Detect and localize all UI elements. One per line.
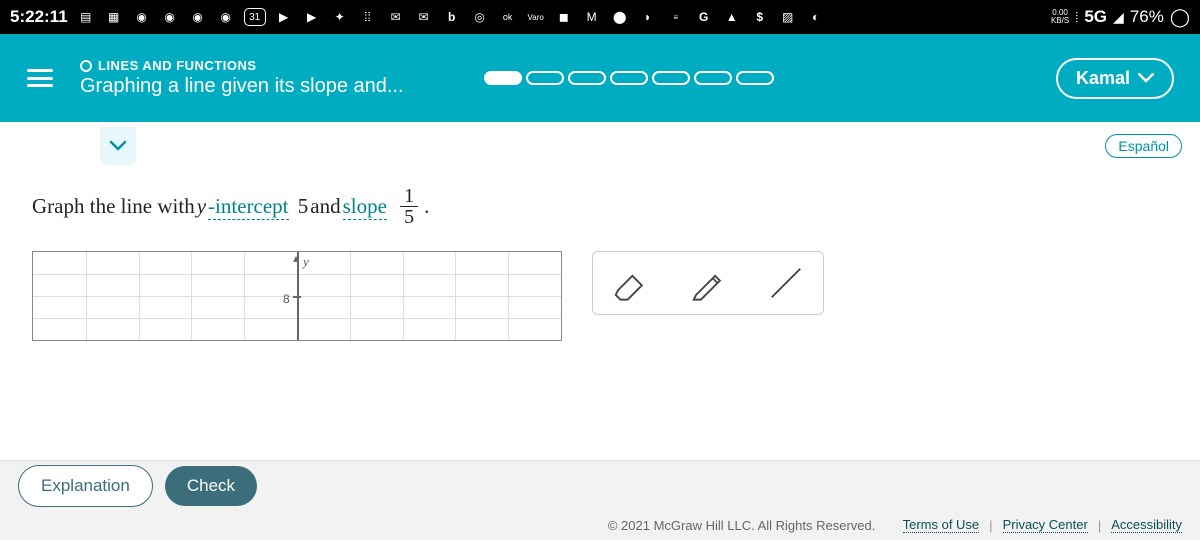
line-tool[interactable]	[767, 264, 805, 302]
android-status-bar: 5:22:11 ▤ ▦ ◉ ◉ ◉ ◉ 31 ▶ ▶ ✦ ⵂⵂ ✉ ✉ b ◎ …	[0, 0, 1200, 34]
user-name: Kamal	[1076, 68, 1130, 89]
progress-seg	[568, 71, 606, 85]
progress-seg	[610, 71, 648, 85]
expand-tab[interactable]	[100, 127, 136, 165]
target-icon: ◎	[470, 7, 490, 27]
image-icon: ▨	[778, 7, 798, 27]
app-icon-1: ▤	[76, 7, 96, 27]
term-slope[interactable]: slope	[343, 194, 387, 220]
y-variable: y	[197, 194, 206, 219]
app-icon-3: ◉	[132, 7, 152, 27]
action-bar: Explanation Check	[0, 460, 1200, 510]
mail-icon-2: ✉	[414, 7, 434, 27]
square-icon: ◼	[554, 7, 574, 27]
slope-fraction: 1 5	[400, 186, 418, 227]
eraser-icon	[611, 264, 649, 302]
content-area: Español Graph the line with y -intercept…	[0, 122, 1200, 460]
signal-icon: ◢	[1113, 9, 1124, 26]
ball-icon: ◐	[806, 7, 826, 27]
progress-seg	[652, 71, 690, 85]
chevron-down-icon	[1138, 73, 1154, 83]
pencil-tool[interactable]	[689, 264, 727, 302]
app-header: LINES AND FUNCTIONS Graphing a line give…	[0, 34, 1200, 122]
page-title: Graphing a line given its slope and...	[80, 75, 404, 98]
warning-icon: ▲	[722, 7, 742, 27]
check-button[interactable]: Check	[165, 466, 257, 506]
battery-icon: ◯	[1170, 7, 1190, 28]
intercept-value: 5	[298, 194, 309, 219]
battery-label: 76%	[1130, 7, 1164, 27]
b-icon: b	[442, 7, 462, 27]
eraser-tool[interactable]	[611, 264, 649, 302]
pencil-icon	[689, 264, 727, 302]
drop-icon-1: ⬤	[610, 7, 630, 27]
y-axis-label: y	[303, 254, 309, 270]
calendar-icon: 31	[244, 8, 266, 26]
app-icon-7: ✦	[330, 7, 350, 27]
term-intercept[interactable]: -intercept	[208, 194, 288, 220]
tool-palette	[592, 251, 824, 315]
app-icon-6: ◉	[216, 7, 236, 27]
data-rate: 0.00 KB/S	[1051, 9, 1069, 25]
app-icon-5: ◉	[188, 7, 208, 27]
vibrate-icon: ⦙	[1075, 9, 1078, 26]
hamburger-icon	[27, 69, 53, 87]
terms-link[interactable]: Terms of Use	[903, 517, 980, 533]
progress-bar	[484, 71, 774, 85]
privacy-link[interactable]: Privacy Center	[1003, 517, 1088, 533]
drop-icon-2: ◗	[638, 7, 658, 27]
m-icon: M	[582, 7, 602, 27]
circle-icon	[80, 60, 92, 72]
question-prompt: Graph the line with y -intercept 5 and s…	[24, 170, 1182, 251]
app-icon-m: ⵂⵂ	[358, 7, 378, 27]
app-icon-4: ◉	[160, 7, 180, 27]
graph-canvas[interactable]: ▴ y 8	[32, 251, 562, 341]
network-label: 5G	[1084, 7, 1107, 27]
line-segment-icon	[767, 264, 805, 302]
g-icon: G	[694, 7, 714, 27]
progress-seg	[694, 71, 732, 85]
user-menu[interactable]: Kamal	[1056, 58, 1174, 99]
chevron-down-icon	[109, 140, 127, 152]
progress-seg	[526, 71, 564, 85]
language-button[interactable]: Español	[1105, 134, 1182, 158]
play-icon-1: ▶	[274, 7, 294, 27]
app-icon-2: ▦	[104, 7, 124, 27]
explanation-button[interactable]: Explanation	[18, 465, 153, 507]
varo-icon: Varo	[526, 7, 546, 27]
footer: © 2021 McGraw Hill LLC. All Rights Reser…	[0, 510, 1200, 540]
play-icon-2: ▶	[302, 7, 322, 27]
section-eyebrow: LINES AND FUNCTIONS	[98, 58, 257, 73]
progress-seg	[484, 71, 522, 85]
header-titles: LINES AND FUNCTIONS Graphing a line give…	[80, 54, 404, 102]
accessibility-link[interactable]: Accessibility	[1111, 517, 1182, 533]
ok-icon: ok	[498, 7, 518, 27]
tick-label-8: 8	[283, 292, 290, 306]
tunes-icon: ≡	[666, 7, 686, 27]
dollar-icon: $	[750, 7, 770, 27]
copyright: © 2021 McGraw Hill LLC. All Rights Reser…	[608, 518, 876, 533]
mail-icon-1: ✉	[386, 7, 406, 27]
status-time: 5:22:11	[10, 7, 68, 27]
menu-button[interactable]	[0, 69, 80, 87]
arrow-up-icon: ▴	[293, 251, 299, 265]
progress-seg	[736, 71, 774, 85]
